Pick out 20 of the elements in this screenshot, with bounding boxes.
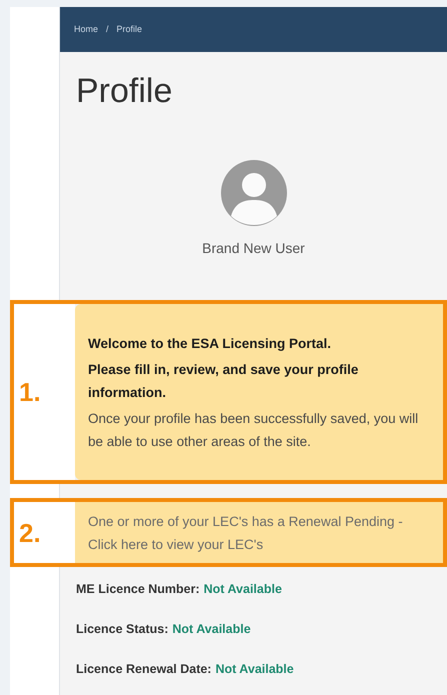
field-label: Licence Renewal Date: <box>76 660 212 678</box>
alert-heading: Please fill in, review, and save your profile information. <box>88 360 360 402</box>
field-label: ME Licence Number: <box>76 581 200 598</box>
sidebar-panel <box>10 484 59 498</box>
breadcrumb-separator: / <box>106 22 109 36</box>
renewal-link[interactable]: One or more of your LEC's has a Renewal Pending - Click here to view your LEC's <box>88 510 419 556</box>
breadcrumb-link[interactable]: Profile <box>116 22 142 36</box>
renewal-alert[interactable]: One or more of your LEC's has a Renewal Pending - Click here to view your LEC's <box>75 502 443 563</box>
field-value: Not Available <box>204 581 282 598</box>
step-number: 1. <box>19 379 41 405</box>
field-value: Not Available <box>215 660 294 678</box>
avatar-icon <box>220 160 286 226</box>
step-number: 2. <box>19 520 41 546</box>
breadcrumb-link[interactable]: Home <box>74 22 98 36</box>
field-label: Licence Status: <box>76 620 168 638</box>
page-title: Profile <box>75 74 174 108</box>
field-value: Not Available <box>172 620 251 638</box>
alert-heading: Welcome to the ESA Licensing Portal. <box>88 334 332 353</box>
user-name: Brand New User <box>202 239 305 258</box>
alert-text: Once your profile has been successfully saved, you will be able to use other areas of the site. <box>88 410 419 450</box>
